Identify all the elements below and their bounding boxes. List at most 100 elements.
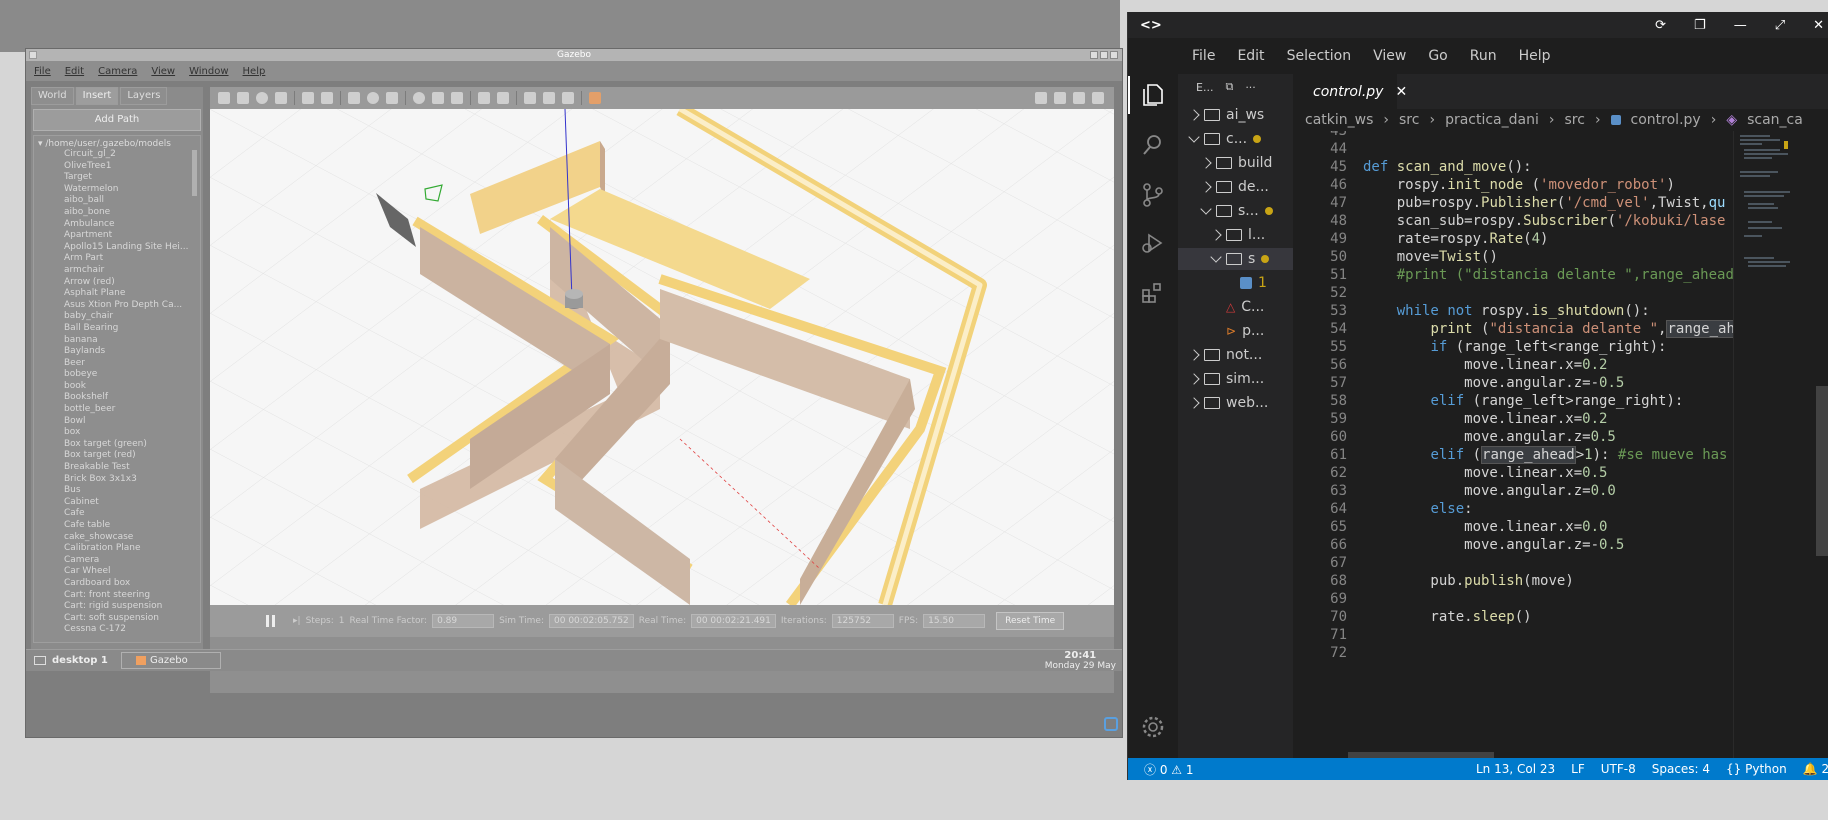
tree-item-devel[interactable]: de... (1200, 175, 1269, 199)
model-list-item[interactable]: Baylands (34, 346, 200, 358)
code-line[interactable]: move.angular.z=0.0 (1363, 483, 1616, 499)
code-line[interactable]: while not rospy.is_shutdown(): (1363, 303, 1650, 319)
menu-selection[interactable]: Selection (1287, 48, 1352, 64)
indentation[interactable]: Spaces: 4 (1652, 762, 1710, 776)
scale-mode-icon[interactable] (275, 92, 287, 104)
menu-edit[interactable]: Edit (65, 66, 84, 77)
model-list-item[interactable]: Beer (34, 358, 200, 370)
menu-edit[interactable]: Edit (1237, 48, 1264, 64)
step-icon[interactable]: ▸| (293, 616, 301, 626)
tree-item-lib[interactable]: l... (1210, 223, 1265, 247)
3d-scene[interactable] (210, 109, 1114, 605)
menu-help[interactable]: Help (1519, 48, 1551, 64)
rotate-mode-icon[interactable] (256, 92, 268, 104)
plot-icon[interactable] (1073, 92, 1085, 104)
code-line[interactable]: scan_sub=rospy.Subscriber('/kobuki/lase (1363, 213, 1726, 229)
align-icon[interactable] (524, 92, 536, 104)
menu-run[interactable]: Run (1470, 48, 1497, 64)
model-list-item[interactable]: Car Wheel (34, 566, 200, 578)
model-list-item[interactable]: Breakable Test (34, 462, 200, 474)
line-ending[interactable]: LF (1571, 762, 1585, 776)
steps-value[interactable]: 1 (339, 616, 345, 626)
extensions-icon[interactable] (1140, 280, 1166, 306)
breadcrumb-item[interactable]: practica_dani (1445, 112, 1539, 128)
model-list-item[interactable]: Brick Box 3x1x3 (34, 474, 200, 486)
code-line[interactable]: if (range_left<range_right): (1363, 339, 1666, 355)
paste-icon[interactable] (497, 92, 509, 104)
model-list-item[interactable]: Arrow (red) (34, 277, 200, 289)
code-line[interactable]: rospy.init_node ('movedor_robot') (1363, 177, 1675, 193)
breadcrumb-item[interactable]: scan_ca (1747, 112, 1803, 128)
menu-window[interactable]: Window (189, 66, 228, 77)
explorer-icon[interactable] (1128, 76, 1166, 114)
code-line[interactable]: move.angular.z=-0.5 (1363, 375, 1624, 391)
video-record-icon[interactable] (1092, 92, 1104, 104)
box-shape-icon[interactable] (348, 92, 360, 104)
change-view-icon[interactable] (589, 92, 601, 104)
model-list-item[interactable]: Cart: rigid suspension (34, 601, 200, 613)
undo-icon[interactable] (302, 92, 314, 104)
model-list-item[interactable]: box (34, 427, 200, 439)
language-mode[interactable]: {} Python (1726, 762, 1787, 776)
model-list-item[interactable]: Ball Bearing (34, 323, 200, 335)
code-line[interactable]: move.linear.x=0.0 (1363, 519, 1607, 535)
collapse-folders-icon[interactable]: ⧉ (1225, 80, 1233, 94)
code-line[interactable]: move.linear.x=0.2 (1363, 411, 1607, 427)
code-line[interactable]: pub.publish(move) (1363, 573, 1573, 589)
model-list-item[interactable]: Cardboard box (34, 578, 200, 590)
code-line[interactable]: def scan_and_move(): (1363, 159, 1532, 175)
tree-item-package[interactable]: ⊳ p... (1226, 319, 1264, 343)
tab-world[interactable]: World (31, 87, 74, 105)
code-line[interactable]: else: (1363, 501, 1472, 517)
restore-icon[interactable]: ❐ (1694, 18, 1706, 33)
model-list-item[interactable]: Apollo15 Landing Site Hei... (34, 242, 200, 254)
model-list-item[interactable]: Target (34, 172, 200, 184)
code-line[interactable]: rate.sleep() (1363, 609, 1531, 625)
model-list-item[interactable]: OliveTree1 (34, 161, 200, 173)
breadcrumb-item[interactable]: src (1399, 112, 1419, 128)
model-list-item[interactable]: Cafe table (34, 520, 200, 532)
minimize-icon[interactable] (1090, 51, 1098, 59)
model-list-item[interactable]: Watermelon (34, 184, 200, 196)
desktop-switcher[interactable]: desktop 1 (26, 655, 121, 666)
model-list-item[interactable]: Circuit_gl_2 (34, 149, 200, 161)
redo-icon[interactable] (321, 92, 333, 104)
model-list-item[interactable]: Bus (34, 485, 200, 497)
tree-item-build[interactable]: build (1200, 151, 1272, 175)
model-list-item[interactable]: Box target (green) (34, 439, 200, 451)
model-list-item[interactable]: Asphalt Plane (34, 288, 200, 300)
code-line[interactable]: elif (range_ahead>1): #se mueve has (1363, 446, 1727, 464)
maximize-icon[interactable] (1100, 51, 1108, 59)
model-list-item[interactable]: Cessna C-172 (34, 624, 200, 636)
menu-file[interactable]: File (1192, 48, 1215, 64)
breadcrumb-item[interactable]: src (1564, 112, 1584, 128)
tab-control-py[interactable]: control.py ✕ (1293, 74, 1407, 109)
model-list-item[interactable]: bottle_beer (34, 404, 200, 416)
resize-corner-icon[interactable] (1104, 717, 1118, 731)
model-list[interactable]: ▾ /home/user/.gazebo/models Circuit_gl_2… (33, 135, 201, 643)
tree-item-sim[interactable]: sim... (1188, 367, 1264, 391)
model-list-item[interactable]: Camera (34, 555, 200, 567)
pause-icon[interactable] (266, 615, 278, 627)
model-list-item[interactable]: cake_showcase (34, 532, 200, 544)
model-list-scrollbar[interactable] (192, 150, 197, 196)
tree-item-cmakelists[interactable]: △ C... (1226, 295, 1264, 319)
menu-file[interactable]: File (34, 66, 51, 77)
file-encoding[interactable]: UTF-8 (1601, 762, 1636, 776)
code-line[interactable]: rate=rospy.Rate(4) (1363, 231, 1549, 247)
more-actions-icon[interactable]: ··· (1245, 81, 1256, 94)
tree-item-src[interactable]: s... (1200, 199, 1273, 223)
editor-scrollbar[interactable] (1810, 131, 1828, 759)
code-line[interactable]: elif (range_left>range_right): (1363, 393, 1683, 409)
magnet-icon[interactable] (562, 92, 574, 104)
refresh-icon[interactable]: ⟳ (1655, 18, 1666, 33)
close-icon[interactable] (1110, 51, 1118, 59)
model-list-item[interactable]: armchair (34, 265, 200, 277)
point-light-icon[interactable] (413, 92, 425, 104)
add-path-button[interactable]: Add Path (33, 109, 201, 131)
sphere-shape-icon[interactable] (367, 92, 379, 104)
model-list-item[interactable]: aibo_bone (34, 207, 200, 219)
copy-icon[interactable] (478, 92, 490, 104)
screenshot-icon[interactable] (1035, 92, 1047, 104)
translate-mode-icon[interactable] (237, 92, 249, 104)
